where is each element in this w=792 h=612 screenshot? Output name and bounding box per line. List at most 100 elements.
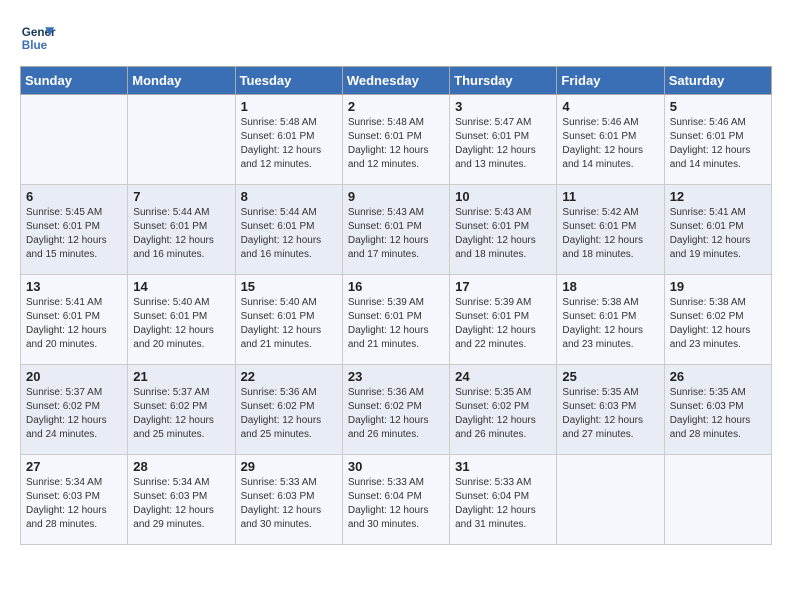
day-info: Sunrise: 5:37 AM Sunset: 6:02 PM Dayligh… [133, 386, 229, 442]
calendar-cell: 16Sunrise: 5:39 AM Sunset: 6:01 PM Dayli… [342, 275, 449, 365]
day-info: Sunrise: 5:43 AM Sunset: 6:01 PM Dayligh… [348, 206, 444, 262]
day-info: Sunrise: 5:48 AM Sunset: 6:01 PM Dayligh… [348, 116, 444, 172]
calendar-cell: 18Sunrise: 5:38 AM Sunset: 6:01 PM Dayli… [557, 275, 664, 365]
calendar-cell: 28 Sunrise: 5:34 AM Sunset: 6:03 PM Dayli… [128, 455, 235, 545]
day-number: 26 [670, 369, 766, 384]
day-info: Sunrise: 5:33 AM Sunset: 6:03 PM Dayligh… [241, 476, 337, 532]
day-number: 20 [26, 369, 122, 384]
day-info: Sunrise: 5:47 AM Sunset: 6:01 PM Dayligh… [455, 116, 551, 172]
day-number: 15 [241, 279, 337, 294]
calendar-cell: 21 Sunrise: 5:37 AM Sunset: 6:02 PM Dayli… [128, 365, 235, 455]
day-number: 9 [348, 189, 444, 204]
day-info: Sunrise: 5:38 AM Sunset: 6:02 PM Dayligh… [670, 296, 766, 352]
calendar-week-row: 20 Sunrise: 5:37 AM Sunset: 6:02 PM Dayli… [21, 365, 772, 455]
calendar-cell: 11 Sunrise: 5:42 AM Sunset: 6:01 PM Dayli… [557, 185, 664, 275]
day-info: Sunrise: 5:44 AM Sunset: 6:01 PM Dayligh… [241, 206, 337, 262]
weekday-header: Thursday [450, 67, 557, 95]
day-number: 10 [455, 189, 551, 204]
calendar-cell: 27 Sunrise: 5:34 AM Sunset: 6:03 PM Dayli… [21, 455, 128, 545]
calendar-cell: 6Sunrise: 5:45 AM Sunset: 6:01 PM Daylig… [21, 185, 128, 275]
calendar-cell: 1 Sunrise: 5:48 AM Sunset: 6:01 PM Daylig… [235, 95, 342, 185]
calendar-cell: 13 Sunrise: 5:41 AM Sunset: 6:01 PM Dayli… [21, 275, 128, 365]
calendar-cell: 23 Sunrise: 5:36 AM Sunset: 6:02 PM Dayli… [342, 365, 449, 455]
calendar-cell: 7Sunrise: 5:44 AM Sunset: 6:01 PM Daylig… [128, 185, 235, 275]
day-number: 4 [562, 99, 658, 114]
day-info: Sunrise: 5:45 AM Sunset: 6:01 PM Dayligh… [26, 206, 122, 262]
day-number: 3 [455, 99, 551, 114]
day-number: 21 [133, 369, 229, 384]
calendar-cell: 4 Sunrise: 5:46 AM Sunset: 6:01 PM Daylig… [557, 95, 664, 185]
calendar-cell: 2 Sunrise: 5:48 AM Sunset: 6:01 PM Daylig… [342, 95, 449, 185]
day-number: 2 [348, 99, 444, 114]
calendar-cell [21, 95, 128, 185]
day-info: Sunrise: 5:42 AM Sunset: 6:01 PM Dayligh… [562, 206, 658, 262]
header-row: SundayMondayTuesdayWednesdayThursdayFrid… [21, 67, 772, 95]
day-info: Sunrise: 5:34 AM Sunset: 6:03 PM Dayligh… [26, 476, 122, 532]
calendar-week-row: 1 Sunrise: 5:48 AM Sunset: 6:01 PM Daylig… [21, 95, 772, 185]
weekday-header: Tuesday [235, 67, 342, 95]
day-info: Sunrise: 5:38 AM Sunset: 6:01 PM Dayligh… [562, 296, 658, 352]
day-number: 31 [455, 459, 551, 474]
weekday-header: Monday [128, 67, 235, 95]
day-info: Sunrise: 5:37 AM Sunset: 6:02 PM Dayligh… [26, 386, 122, 442]
weekday-header: Friday [557, 67, 664, 95]
day-number: 24 [455, 369, 551, 384]
calendar-cell: 29 Sunrise: 5:33 AM Sunset: 6:03 PM Dayli… [235, 455, 342, 545]
calendar-cell [664, 455, 771, 545]
calendar-cell: 3 Sunrise: 5:47 AM Sunset: 6:01 PM Daylig… [450, 95, 557, 185]
calendar-cell: 8 Sunrise: 5:44 AM Sunset: 6:01 PM Daylig… [235, 185, 342, 275]
logo-icon: General Blue [20, 20, 56, 56]
day-number: 12 [670, 189, 766, 204]
calendar-table: SundayMondayTuesdayWednesdayThursdayFrid… [20, 66, 772, 545]
calendar-cell: 26 Sunrise: 5:35 AM Sunset: 6:03 PM Dayli… [664, 365, 771, 455]
svg-text:Blue: Blue [22, 39, 48, 52]
day-info: Sunrise: 5:35 AM Sunset: 6:03 PM Dayligh… [670, 386, 766, 442]
calendar-cell [557, 455, 664, 545]
day-info: Sunrise: 5:33 AM Sunset: 6:04 PM Dayligh… [455, 476, 551, 532]
day-info: Sunrise: 5:35 AM Sunset: 6:03 PM Dayligh… [562, 386, 658, 442]
day-number: 1 [241, 99, 337, 114]
calendar-cell: 5Sunrise: 5:46 AM Sunset: 6:01 PM Daylig… [664, 95, 771, 185]
calendar-cell: 20 Sunrise: 5:37 AM Sunset: 6:02 PM Dayli… [21, 365, 128, 455]
calendar-cell: 17Sunrise: 5:39 AM Sunset: 6:01 PM Dayli… [450, 275, 557, 365]
day-info: Sunrise: 5:43 AM Sunset: 6:01 PM Dayligh… [455, 206, 551, 262]
weekday-header: Sunday [21, 67, 128, 95]
day-info: Sunrise: 5:36 AM Sunset: 6:02 PM Dayligh… [348, 386, 444, 442]
day-number: 13 [26, 279, 122, 294]
day-info: Sunrise: 5:36 AM Sunset: 6:02 PM Dayligh… [241, 386, 337, 442]
day-info: Sunrise: 5:41 AM Sunset: 6:01 PM Dayligh… [26, 296, 122, 352]
day-info: Sunrise: 5:41 AM Sunset: 6:01 PM Dayligh… [670, 206, 766, 262]
day-number: 8 [241, 189, 337, 204]
day-info: Sunrise: 5:46 AM Sunset: 6:01 PM Dayligh… [562, 116, 658, 172]
calendar-cell: 12 Sunrise: 5:41 AM Sunset: 6:01 PM Dayli… [664, 185, 771, 275]
day-number: 16 [348, 279, 444, 294]
day-number: 25 [562, 369, 658, 384]
day-number: 23 [348, 369, 444, 384]
weekday-header: Saturday [664, 67, 771, 95]
day-number: 14 [133, 279, 229, 294]
day-info: Sunrise: 5:34 AM Sunset: 6:03 PM Dayligh… [133, 476, 229, 532]
day-info: Sunrise: 5:48 AM Sunset: 6:01 PM Dayligh… [241, 116, 337, 172]
day-info: Sunrise: 5:46 AM Sunset: 6:01 PM Dayligh… [670, 116, 766, 172]
day-number: 27 [26, 459, 122, 474]
day-number: 17 [455, 279, 551, 294]
calendar-cell [128, 95, 235, 185]
calendar-week-row: 6Sunrise: 5:45 AM Sunset: 6:01 PM Daylig… [21, 185, 772, 275]
day-number: 11 [562, 189, 658, 204]
calendar-cell: 14Sunrise: 5:40 AM Sunset: 6:01 PM Dayli… [128, 275, 235, 365]
calendar-cell: 19 Sunrise: 5:38 AM Sunset: 6:02 PM Dayli… [664, 275, 771, 365]
day-number: 19 [670, 279, 766, 294]
calendar-cell: 25 Sunrise: 5:35 AM Sunset: 6:03 PM Dayli… [557, 365, 664, 455]
day-info: Sunrise: 5:40 AM Sunset: 6:01 PM Dayligh… [241, 296, 337, 352]
day-number: 28 [133, 459, 229, 474]
page-header: General Blue [20, 20, 772, 56]
day-number: 7 [133, 189, 229, 204]
calendar-cell: 24Sunrise: 5:35 AM Sunset: 6:02 PM Dayli… [450, 365, 557, 455]
calendar-cell: 30Sunrise: 5:33 AM Sunset: 6:04 PM Dayli… [342, 455, 449, 545]
calendar-week-row: 27 Sunrise: 5:34 AM Sunset: 6:03 PM Dayli… [21, 455, 772, 545]
day-number: 30 [348, 459, 444, 474]
calendar-week-row: 13 Sunrise: 5:41 AM Sunset: 6:01 PM Dayli… [21, 275, 772, 365]
logo: General Blue [20, 20, 56, 56]
day-number: 22 [241, 369, 337, 384]
day-number: 29 [241, 459, 337, 474]
